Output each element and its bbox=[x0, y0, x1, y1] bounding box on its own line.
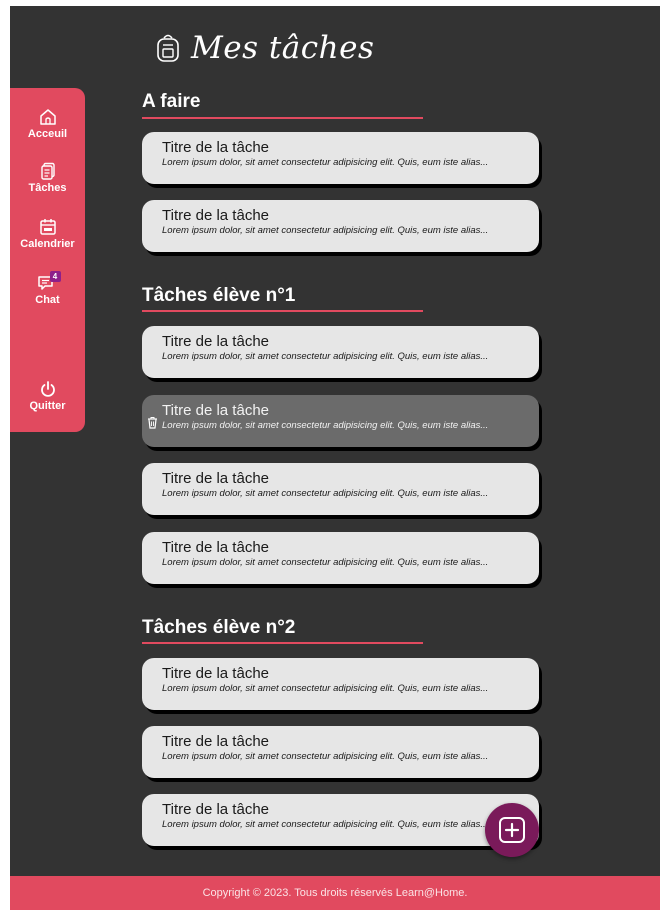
sidebar-item-label: Calendrier bbox=[20, 238, 75, 250]
task-description: Lorem ipsum dolor, sit amet consectetur … bbox=[162, 751, 489, 762]
task-card-selected[interactable]: Titre de la tâche Lorem ipsum dolor, sit… bbox=[142, 395, 539, 447]
task-card[interactable]: Titre de la tâche Lorem ipsum dolor, sit… bbox=[142, 532, 539, 584]
task-description: Lorem ipsum dolor, sit amet consectetur … bbox=[162, 488, 489, 499]
section-title: Tâches élève n°2 bbox=[142, 617, 296, 638]
footer: Copyright © 2023. Tous droits réservés L… bbox=[10, 876, 660, 910]
task-title: Titre de la tâche bbox=[162, 333, 269, 350]
backpack-icon bbox=[157, 34, 179, 62]
task-title: Titre de la tâche bbox=[162, 801, 269, 818]
task-card[interactable]: Titre de la tâche Lorem ipsum dolor, sit… bbox=[142, 326, 539, 378]
trash-icon[interactable] bbox=[147, 416, 158, 429]
task-title: Titre de la tâche bbox=[162, 402, 269, 419]
section-divider bbox=[142, 310, 423, 312]
section-title: A faire bbox=[142, 91, 201, 112]
task-card[interactable]: Titre de la tâche Lorem ipsum dolor, sit… bbox=[142, 658, 539, 710]
sidebar-item-label: Tâches bbox=[28, 182, 67, 194]
task-card[interactable]: Titre de la tâche Lorem ipsum dolor, sit… bbox=[142, 200, 539, 252]
task-title: Titre de la tâche bbox=[162, 139, 269, 156]
task-card[interactable]: Titre de la tâche Lorem ipsum dolor, sit… bbox=[142, 463, 539, 515]
task-title: Titre de la tâche bbox=[162, 733, 269, 750]
task-card[interactable]: Titre de la tâche Lorem ipsum dolor, sit… bbox=[142, 794, 539, 846]
sidebar-item-label: Chat bbox=[35, 294, 60, 306]
task-description: Lorem ipsum dolor, sit amet consectetur … bbox=[162, 683, 489, 694]
chat-unread-badge: 4 bbox=[49, 271, 61, 282]
task-description: Lorem ipsum dolor, sit amet consectetur … bbox=[162, 819, 489, 830]
sidebar: Acceuil Tâches Calendrier 4 Chat Quitter bbox=[10, 88, 85, 432]
task-description: Lorem ipsum dolor, sit amet consectetur … bbox=[162, 157, 489, 168]
tasks-icon bbox=[40, 162, 55, 180]
calendar-icon bbox=[39, 219, 56, 235]
task-title: Titre de la tâche bbox=[162, 665, 269, 682]
home-icon bbox=[39, 109, 56, 125]
sidebar-item-label: Quitter bbox=[29, 400, 66, 412]
chat-icon-wrapper: 4 bbox=[37, 271, 61, 292]
sidebar-item-acceuil[interactable]: Acceuil bbox=[10, 108, 85, 140]
task-title: Titre de la tâche bbox=[162, 470, 269, 487]
task-card[interactable]: Titre de la tâche Lorem ipsum dolor, sit… bbox=[142, 726, 539, 778]
task-description: Lorem ipsum dolor, sit amet consectetur … bbox=[162, 557, 489, 568]
plus-icon bbox=[499, 817, 525, 843]
app-window: Mes tâches Acceuil Tâches Calendrier 4 C… bbox=[10, 6, 660, 910]
sidebar-item-quitter[interactable]: Quitter bbox=[10, 380, 85, 412]
section-divider bbox=[142, 642, 423, 644]
sidebar-item-chat[interactable]: 4 Chat bbox=[10, 271, 85, 306]
page-title: Mes tâches bbox=[191, 30, 375, 66]
task-card[interactable]: Titre de la tâche Lorem ipsum dolor, sit… bbox=[142, 132, 539, 184]
copyright-text: Copyright © 2023. Tous droits réservés L… bbox=[202, 887, 468, 899]
task-title: Titre de la tâche bbox=[162, 207, 269, 224]
sidebar-item-taches[interactable]: Tâches bbox=[10, 162, 85, 194]
task-title: Titre de la tâche bbox=[162, 539, 269, 556]
section-divider bbox=[142, 117, 423, 119]
task-description: Lorem ipsum dolor, sit amet consectetur … bbox=[162, 351, 489, 362]
power-icon bbox=[40, 381, 55, 397]
add-task-button[interactable] bbox=[485, 803, 539, 857]
task-description: Lorem ipsum dolor, sit amet consectetur … bbox=[162, 225, 489, 236]
sidebar-item-label: Acceuil bbox=[27, 128, 68, 140]
task-description: Lorem ipsum dolor, sit amet consectetur … bbox=[162, 420, 489, 431]
page-header: Mes tâches bbox=[155, 26, 374, 70]
sidebar-item-calendrier[interactable]: Calendrier bbox=[10, 218, 85, 250]
section-title: Tâches élève n°1 bbox=[142, 285, 296, 306]
